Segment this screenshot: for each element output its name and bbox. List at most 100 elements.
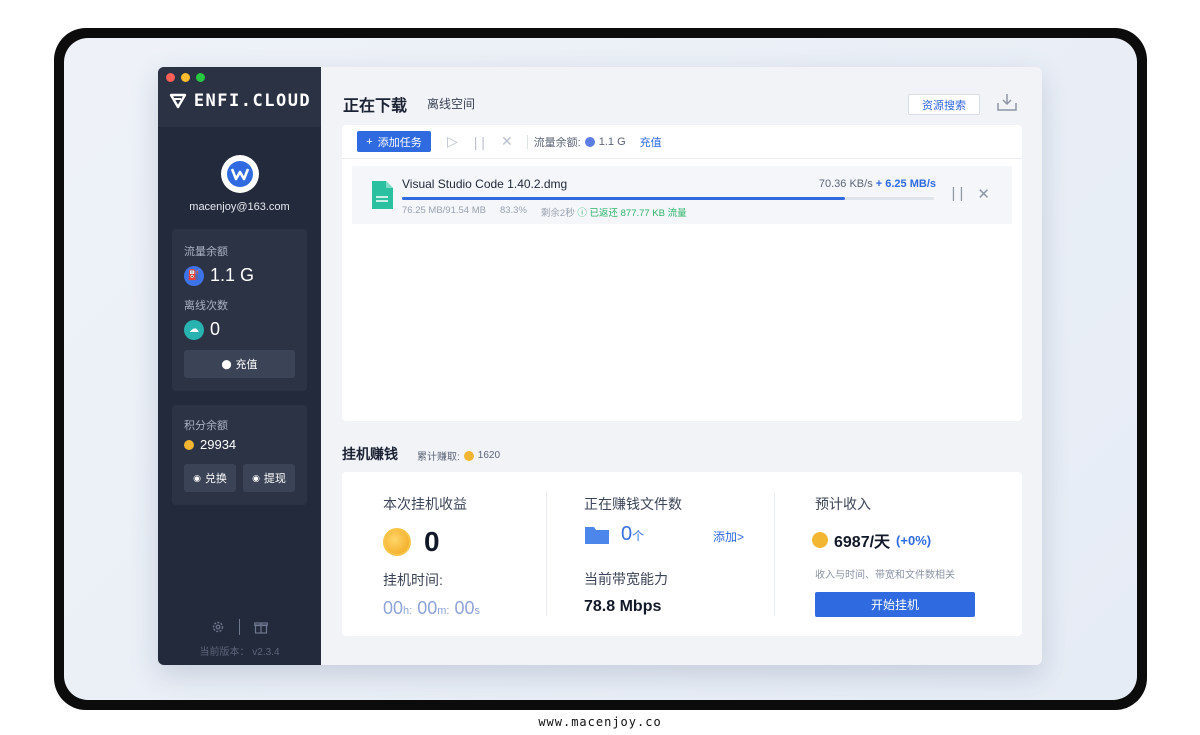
estimate-label: 预计收入 — [815, 496, 871, 512]
estimate-coin-icon — [812, 532, 828, 548]
add-task-label: 添加任务 — [377, 136, 422, 149]
tab-downloading[interactable]: 正在下载 — [343, 92, 407, 116]
plus-icon: + — [366, 135, 373, 148]
session-earn-label: 本次挂机收益 — [383, 496, 467, 512]
time-minutes: 00 — [417, 598, 438, 618]
withdraw-icon: ◉ — [252, 472, 260, 483]
time-hours: 00 — [383, 598, 404, 618]
sidebar: ENFI.CLOUD macenjoy@163.com 流量余额 ⛽ 1.1 G… — [158, 67, 321, 665]
earning-files-label: 正在赚钱文件数 — [584, 496, 682, 512]
file-icon — [372, 181, 393, 209]
toolbar-recharge-link[interactable]: 充值 — [640, 134, 662, 150]
tab-offline-space[interactable]: 离线空间 — [427, 95, 475, 112]
task-boost-value: + 6.25 MB/s — [875, 178, 936, 190]
task-returned: 已返还 877.77 KB 流量 — [589, 208, 687, 219]
version-text: 当前版本： v2.3.4 — [158, 643, 321, 658]
pause-icon[interactable]: | | — [474, 134, 485, 150]
app-window: ENFI.CLOUD macenjoy@163.com 流量余额 ⛽ 1.1 G… — [158, 67, 1042, 665]
task-meta: 76.25 MB/91.54 MB 83.3% 剩余2秒 ⓘ 已返还 877.7… — [402, 205, 687, 219]
points-card: 积分余额 29934 ◉ 兑换 ◉ 提现 — [172, 405, 307, 505]
toolbar-traffic: 流量余额: 1.1 G — [534, 134, 626, 150]
download-icon[interactable] — [996, 92, 1018, 112]
task-pause-icon[interactable]: | | — [951, 185, 963, 203]
column-divider — [546, 492, 547, 616]
enfi-logo-icon — [169, 93, 187, 109]
bandwidth-label: 当前带宽能力 — [584, 571, 668, 587]
avatar[interactable] — [221, 155, 259, 193]
start-earning-button[interactable]: 开始挂机 — [815, 592, 975, 617]
delete-icon[interactable]: ✕ — [501, 133, 513, 150]
withdraw-button[interactable]: ◉ 提现 — [243, 464, 295, 492]
recharge-icon: ⬤ — [221, 358, 232, 369]
cloud-icon: ☁ — [184, 319, 204, 340]
footer-divider — [239, 619, 240, 635]
recharge-button[interactable]: ⬤ 充值 — [184, 350, 295, 378]
points-balance: 29934 — [184, 437, 236, 452]
exchange-button[interactable]: ◉ 兑换 — [184, 464, 236, 492]
earn-section-title: 挂机赚钱 — [342, 446, 398, 462]
task-size: 76.25 MB/91.54 MB — [402, 205, 486, 216]
task-percent: 83.3% — [499, 205, 527, 216]
earning-files-count: 0个 — [621, 523, 644, 546]
resource-search-button[interactable]: 资源搜索 — [908, 94, 980, 115]
earn-total: 累计赚取: 1620 — [417, 448, 500, 463]
task-file-name: Visual Studio Code 1.40.2.dmg — [402, 177, 568, 191]
earn-total-value: 1620 — [477, 450, 501, 461]
gift-icon[interactable] — [254, 620, 268, 634]
sidebar-footer-icons — [158, 619, 321, 635]
estimate-value-row: 6987/天 (+0%) — [812, 528, 931, 552]
user-avatar-icon — [227, 161, 253, 187]
task-close-icon[interactable]: ✕ — [977, 185, 990, 203]
toolbar-traffic-value: 1.1 G — [598, 135, 626, 148]
earn-total-label: 累计赚取: — [417, 452, 460, 463]
exchange-icon: ◉ — [193, 472, 201, 483]
traffic-value: 1.1 G — [210, 265, 255, 285]
version-label: 当前版本： — [199, 647, 250, 658]
bandwidth-value: 78.8 Mbps — [584, 598, 662, 615]
files-value: 0 — [621, 523, 633, 545]
download-task-row[interactable]: Visual Studio Code 1.40.2.dmg 70.36 KB/s… — [352, 166, 1012, 224]
offline-count: ☁ 0 — [184, 319, 220, 340]
earn-coin-icon — [463, 450, 474, 461]
maximize-window-button[interactable] — [196, 73, 205, 82]
traffic-balance: ⛽ 1.1 G — [184, 265, 254, 286]
info-icon: ⓘ — [577, 208, 587, 219]
task-remaining: 剩余2秒 ⓘ 已返还 877.77 KB 流量 — [541, 205, 687, 219]
device-frame: ENFI.CLOUD macenjoy@163.com 流量余额 ⛽ 1.1 G… — [54, 28, 1147, 710]
version-value: v2.3.4 — [252, 647, 280, 658]
traffic-coin-icon — [584, 136, 595, 147]
coin-icon — [184, 439, 194, 450]
minimize-window-button[interactable] — [181, 73, 190, 82]
footer-url: www.macenjoy.co — [538, 715, 662, 729]
logo-text: ENFI.CLOUD — [193, 91, 312, 111]
add-task-button[interactable]: + 添加任务 — [357, 131, 431, 152]
play-icon[interactable]: ▷ — [447, 133, 458, 150]
toolbar-divider — [526, 134, 528, 149]
earn-time-value: 00h: 00m: 00s — [383, 598, 480, 619]
session-earn-value: 0 — [424, 526, 440, 557]
task-remaining-text: 剩余2秒 — [540, 208, 575, 219]
balance-card: 流量余额 ⛽ 1.1 G 离线次数 ☁ 0 ⬤ 充值 — [172, 229, 307, 391]
earn-time-label: 挂机时间: — [383, 572, 443, 588]
fuel-icon: ⛽ — [184, 265, 204, 286]
offline-label: 离线次数 — [184, 300, 228, 312]
close-window-button[interactable] — [166, 73, 175, 82]
estimate-change: (+0%) — [896, 532, 932, 548]
big-coin-icon — [383, 528, 411, 556]
task-progress-fill — [402, 197, 846, 200]
toolbar-traffic-label: 流量余额: — [533, 136, 581, 149]
offline-value: 0 — [210, 319, 221, 339]
download-panel: + 添加任务 ▷ | | ✕ 流量余额: 1.1 G 充值 Visual Stu… — [342, 125, 1022, 421]
folder-icon — [585, 527, 609, 544]
task-speed-value: 70.36 KB/s — [818, 178, 873, 190]
download-toolbar: + 添加任务 ▷ | | ✕ 流量余额: 1.1 G 充值 — [342, 125, 1022, 159]
earn-panel: 本次挂机收益 0 挂机时间: 00h: 00m: 00s 正在赚钱文件数 0个 … — [342, 472, 1022, 636]
window-controls — [166, 73, 205, 82]
task-controls: | | ✕ — [951, 185, 990, 203]
settings-icon[interactable] — [211, 620, 225, 634]
time-hours-unit: h: — [403, 605, 413, 617]
estimate-value: 6987/天 — [834, 534, 891, 551]
recharge-label: 充值 — [235, 359, 258, 371]
add-files-link[interactable]: 添加> — [713, 528, 744, 545]
time-seconds-unit: s — [474, 605, 481, 617]
